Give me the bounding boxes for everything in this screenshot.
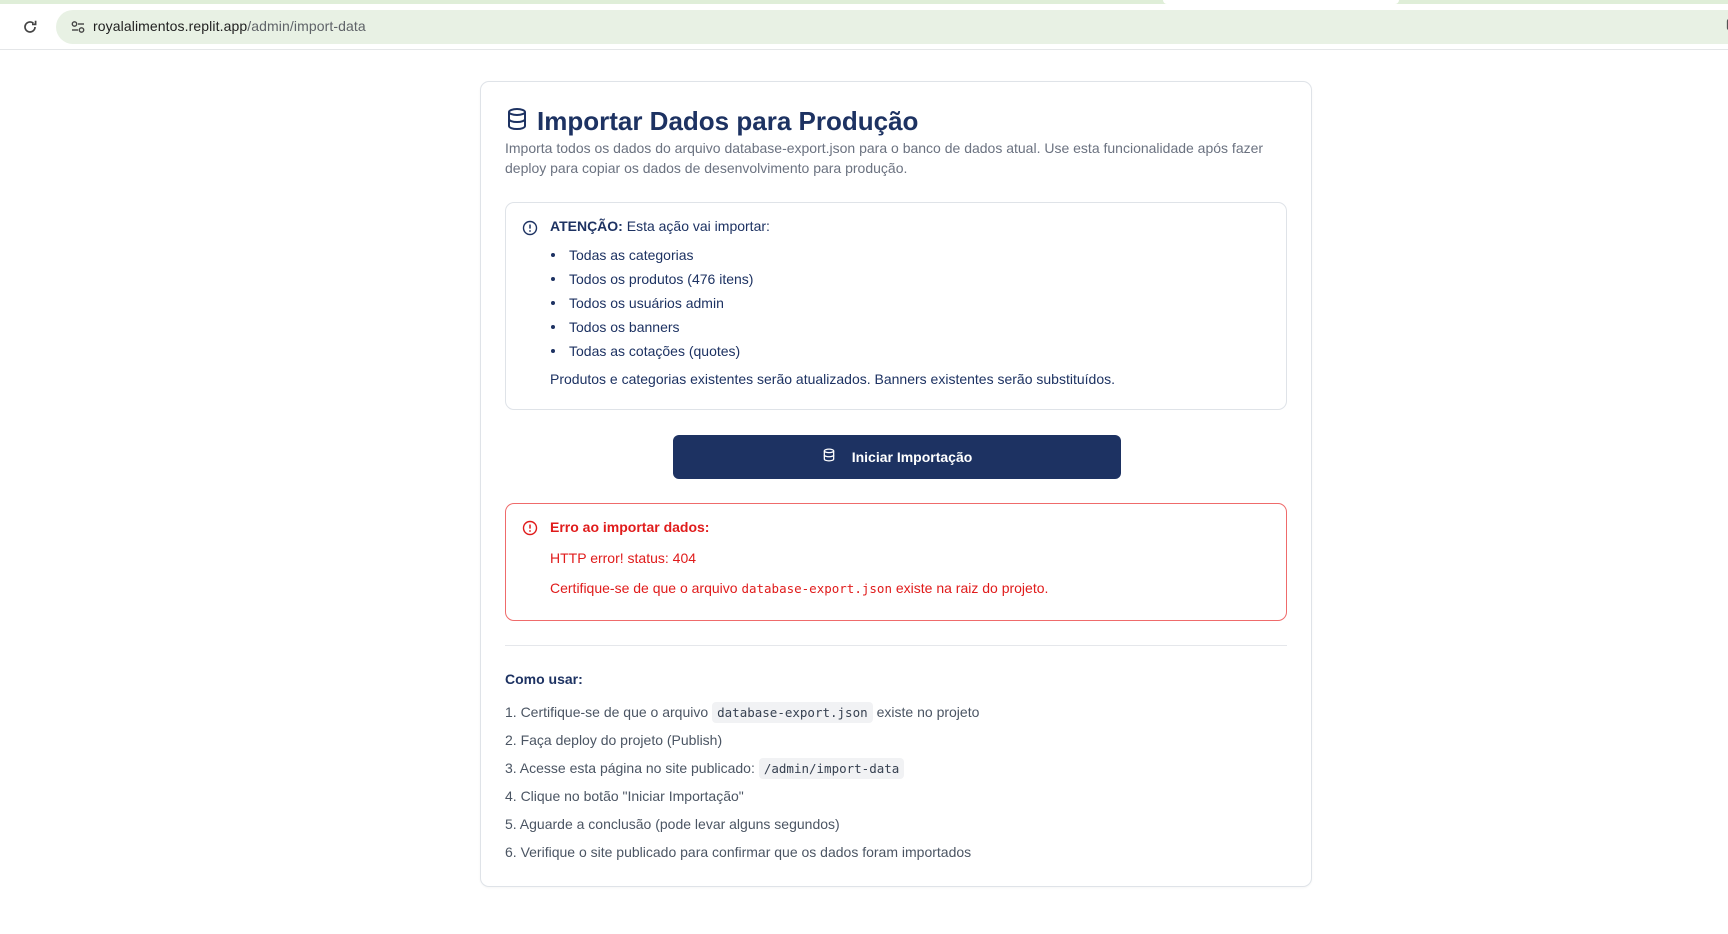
- step-text: 2. Faça deploy do projeto (Publish): [505, 732, 723, 748]
- howto-title: Como usar:: [505, 671, 583, 687]
- warning-alert: ATENÇÃO: Esta ação vai importar: Todas a…: [505, 202, 1287, 410]
- list-item: Todos os produtos (476 itens): [550, 267, 753, 291]
- error-hint: Certifique-se de que o arquivo database-…: [550, 580, 1048, 596]
- alert-title-rest: Esta ação vai importar:: [622, 218, 770, 234]
- step-code: database-export.json: [712, 701, 873, 723]
- step-item: 5. Aguarde a conclusão (pode levar algun…: [505, 810, 979, 838]
- alert-title: ATENÇÃO: Esta ação vai importar:: [550, 218, 770, 234]
- step-item: 3. Acesse esta página no site publicado:…: [505, 754, 979, 782]
- site-settings-icon[interactable]: [66, 15, 90, 39]
- step-text: 4. Clique no botão "Iniciar Importação": [505, 788, 744, 804]
- browser-toolbar: royalalimentos.replit.app/admin/import-d…: [0, 4, 1728, 50]
- page-description: Importa todos os dados do arquivo databa…: [505, 140, 1264, 176]
- url-text[interactable]: royalalimentos.replit.app/admin/import-d…: [93, 18, 366, 34]
- list-item: Todos os usuários admin: [550, 291, 753, 315]
- list-item: Todos os banners: [550, 315, 753, 339]
- error-hint-after: existe na raiz do projeto.: [891, 580, 1049, 596]
- step-text: 1. Certifique-se de que o arquivo: [505, 704, 709, 720]
- error-title: Erro ao importar dados:: [550, 519, 710, 535]
- step-item: 4. Clique no botão "Iniciar Importação": [505, 782, 979, 810]
- list-item: Todas as categorias: [550, 243, 753, 267]
- page-title: Importar Dados para Produção: [537, 106, 919, 136]
- list-item: Todas as cotações (quotes): [550, 339, 753, 363]
- alert-circle-icon: [522, 220, 538, 241]
- url-path: /admin/import-data: [247, 18, 366, 34]
- step-text: 5. Aguarde a conclusão (pode levar algun…: [505, 816, 840, 832]
- import-items-list: Todas as categorias Todos os produtos (4…: [550, 243, 753, 363]
- database-icon: [822, 448, 836, 467]
- url-host: royalalimentos.replit.app: [93, 18, 248, 34]
- reload-icon[interactable]: [18, 15, 42, 39]
- error-hint-code: database-export.json: [741, 581, 892, 596]
- step-text: 3. Acesse esta página no site publicado:: [505, 760, 755, 776]
- database-icon: [505, 107, 529, 136]
- divider: [505, 645, 1287, 646]
- start-import-label: Iniciar Importação: [851, 449, 973, 465]
- translate-icon[interactable]: [1723, 15, 1728, 39]
- alert-footer: Produtos e categorias existentes serão a…: [550, 371, 1115, 387]
- step-item: 2. Faça deploy do projeto (Publish): [505, 726, 979, 754]
- error-hint-before: Certifique-se de que o arquivo: [550, 580, 742, 596]
- howto-steps: 1. Certifique-se de que o arquivo databas…: [505, 698, 979, 866]
- error-alert: Erro ao importar dados: HTTP error! stat…: [505, 503, 1287, 621]
- step-text: 6. Verifique o site publicado para confi…: [505, 844, 972, 860]
- import-card: Importar Dados para Produção Importa tod…: [480, 81, 1312, 887]
- step-item: 6. Verifique o site publicado para confi…: [505, 838, 979, 866]
- step-code: /admin/import-data: [758, 757, 905, 779]
- alert-title-bold: ATENÇÃO:: [550, 218, 623, 234]
- error-message: HTTP error! status: 404: [550, 550, 697, 566]
- card-header: Importar Dados para Produção: [505, 106, 918, 136]
- address-bar[interactable]: royalalimentos.replit.app/admin/import-d…: [56, 10, 1728, 44]
- step-item: 1. Certifique-se de que o arquivo databas…: [505, 698, 979, 726]
- step-text-after: existe no projeto: [876, 704, 980, 720]
- error-circle-icon: [522, 520, 538, 541]
- start-import-button[interactable]: Iniciar Importação: [673, 435, 1121, 479]
